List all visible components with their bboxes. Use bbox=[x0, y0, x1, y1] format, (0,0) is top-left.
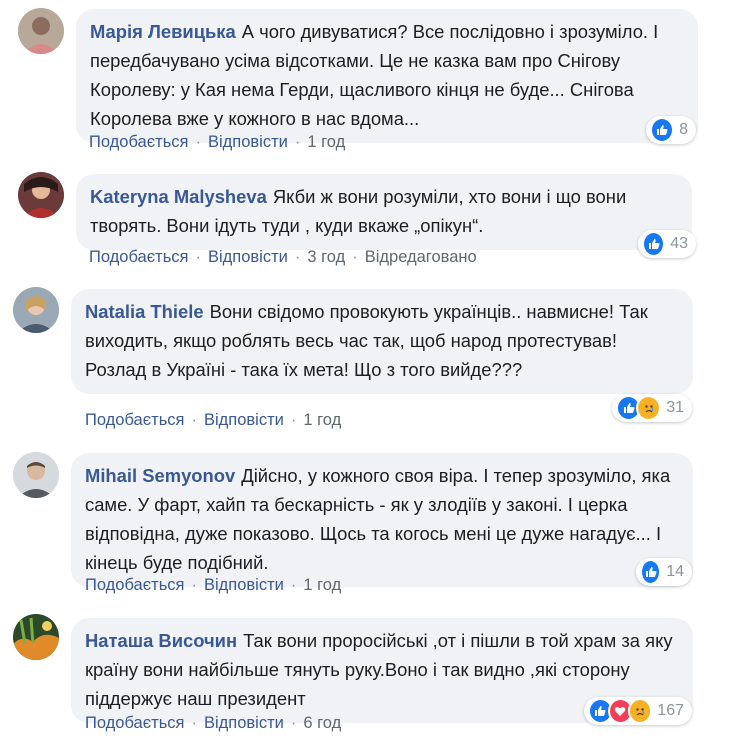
comment-timestamp[interactable]: 3 год bbox=[307, 248, 345, 266]
reaction-summary[interactable]: 31 bbox=[612, 394, 692, 422]
comment-actions: Подобається · Відповісти · 3 год · Відредагова… bbox=[89, 248, 477, 267]
reaction-summary[interactable]: 167 bbox=[584, 697, 692, 725]
reaction-count: 14 bbox=[666, 563, 684, 580]
reaction-summary[interactable]: 14 bbox=[636, 558, 692, 586]
comment-timestamp[interactable]: 1 год bbox=[303, 576, 341, 594]
comment-timestamp[interactable]: 1 год bbox=[303, 411, 341, 429]
comment-author[interactable]: Марія Левицька bbox=[90, 21, 236, 42]
like-link[interactable]: Подобається bbox=[85, 576, 184, 594]
separator: · bbox=[191, 576, 197, 594]
like-link[interactable]: Подобається bbox=[89, 133, 188, 151]
reaction-count: 8 bbox=[679, 121, 688, 138]
reaction-count: 167 bbox=[657, 702, 684, 719]
comment-bubble: Kateryna Malysheva Якби ж вони розуміли, … bbox=[76, 174, 692, 250]
separator: · bbox=[352, 248, 358, 266]
like-link[interactable]: Подобається bbox=[89, 248, 188, 266]
comment-author[interactable]: Kateryna Malysheva bbox=[90, 186, 267, 207]
avatar[interactable] bbox=[13, 614, 59, 660]
reaction-summary[interactable]: 8 bbox=[646, 116, 696, 144]
avatar[interactable] bbox=[18, 172, 64, 218]
comment-actions: Подобається · Відповісти · 1 год bbox=[89, 133, 345, 152]
separator: · bbox=[290, 576, 297, 594]
separator: · bbox=[191, 411, 197, 429]
separator: · bbox=[294, 248, 301, 266]
reaction-summary[interactable]: 43 bbox=[638, 230, 696, 258]
sad-icon bbox=[636, 395, 662, 421]
comment-author[interactable]: Natalia Thiele bbox=[85, 301, 204, 322]
reply-link[interactable]: Відповісти bbox=[204, 576, 284, 594]
avatar[interactable] bbox=[18, 8, 64, 54]
separator: · bbox=[191, 714, 197, 732]
comment-bubble: Natalia Thiele Вони свідомо провокують ук… bbox=[71, 289, 693, 394]
reply-link[interactable]: Відповісти bbox=[204, 714, 284, 732]
like-icon bbox=[650, 117, 675, 143]
comment-timestamp[interactable]: 1 год bbox=[307, 133, 345, 151]
reply-link[interactable]: Відповісти bbox=[208, 248, 288, 266]
separator: · bbox=[195, 133, 201, 151]
separator: · bbox=[294, 133, 301, 151]
like-icon bbox=[642, 231, 666, 257]
reply-link[interactable]: Відповісти bbox=[204, 411, 284, 429]
avatar[interactable] bbox=[13, 287, 59, 333]
separator: · bbox=[290, 714, 297, 732]
comment-bubble: Mihail Semyonov Дійсно, у кожного своя ві… bbox=[71, 453, 693, 587]
comment-timestamp[interactable]: 6 год bbox=[303, 714, 341, 732]
sad-icon bbox=[627, 698, 653, 724]
separator: · bbox=[195, 248, 201, 266]
comment-actions: Подобається · Відповісти · 1 год bbox=[85, 576, 341, 595]
reaction-count: 43 bbox=[670, 235, 688, 252]
like-link[interactable]: Подобається bbox=[85, 411, 184, 429]
reaction-count: 31 bbox=[666, 399, 684, 416]
avatar[interactable] bbox=[13, 452, 59, 498]
comment-author[interactable]: Mihail Semyonov bbox=[85, 465, 235, 486]
like-link[interactable]: Подобається bbox=[85, 714, 184, 732]
like-icon bbox=[640, 559, 662, 585]
edited-label[interactable]: Відредаговано bbox=[365, 248, 477, 266]
comment-bubble: Марія Левицька А чого дивуватися? Все пос… bbox=[76, 9, 698, 143]
separator: · bbox=[290, 411, 297, 429]
reply-link[interactable]: Відповісти bbox=[208, 133, 288, 151]
comment-actions: Подобається · Відповісти · 1 год bbox=[85, 411, 341, 430]
comment-author[interactable]: Наташа Височин bbox=[85, 630, 237, 651]
comment-actions: Подобається · Відповісти · 6 год bbox=[85, 714, 341, 733]
